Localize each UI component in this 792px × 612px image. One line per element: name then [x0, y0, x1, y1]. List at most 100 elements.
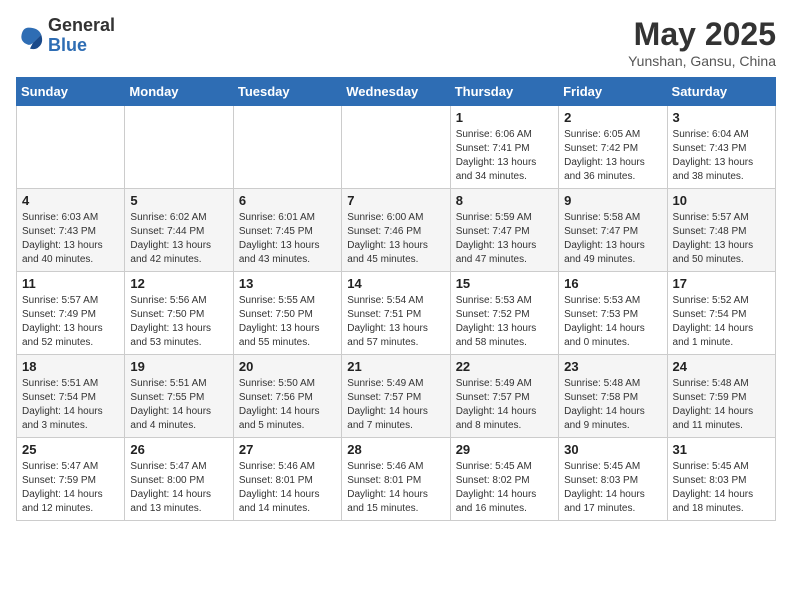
title-block: May 2025 Yunshan, Gansu, China	[628, 16, 776, 69]
day-info: Sunrise: 5:48 AMSunset: 7:59 PMDaylight:…	[673, 377, 770, 433]
calendar-header-row: SundayMondayTuesdayWednesdayThursdayFrid…	[17, 78, 776, 106]
calendar-cell: 20 Sunrise: 5:50 AMSunset: 7:56 PMDayligh…	[233, 355, 341, 438]
day-number: 14	[347, 276, 444, 291]
day-info: Sunrise: 5:45 AMSunset: 8:02 PMDaylight:…	[456, 460, 553, 516]
calendar: SundayMondayTuesdayWednesdayThursdayFrid…	[16, 77, 776, 521]
calendar-week-row: 25 Sunrise: 5:47 AMSunset: 7:59 PMDayligh…	[17, 438, 776, 521]
calendar-cell	[125, 106, 233, 189]
day-number: 24	[673, 359, 770, 374]
calendar-cell: 2Sunrise: 6:05 AMSunset: 7:42 PMDaylight…	[559, 106, 667, 189]
day-info: Sunrise: 5:51 AMSunset: 7:55 PMDaylight:…	[130, 377, 227, 433]
calendar-cell: 8 Sunrise: 5:59 AMSunset: 7:47 PMDaylight…	[450, 189, 558, 272]
day-info: Sunrise: 6:06 AMSunset: 7:41 PMDaylight:…	[456, 128, 553, 184]
day-number: 1	[456, 110, 553, 125]
day-of-week-header: Wednesday	[342, 78, 450, 106]
day-number: 4	[22, 193, 119, 208]
day-info: Sunrise: 6:01 AMSunset: 7:45 PMDaylight:…	[239, 211, 336, 267]
day-info: Sunrise: 5:47 AMSunset: 8:00 PMDaylight:…	[130, 460, 227, 516]
page-header: General Blue May 2025 Yunshan, Gansu, Ch…	[16, 16, 776, 69]
day-number: 31	[673, 442, 770, 457]
day-info: Sunrise: 5:55 AMSunset: 7:50 PMDaylight:…	[239, 294, 336, 350]
calendar-cell: 1 Sunrise: 6:06 AMSunset: 7:41 PMDaylight…	[450, 106, 558, 189]
day-number: 26	[130, 442, 227, 457]
day-number: 18	[22, 359, 119, 374]
day-of-week-header: Tuesday	[233, 78, 341, 106]
day-number: 2	[564, 110, 661, 125]
calendar-cell	[17, 106, 125, 189]
day-number: 9	[564, 193, 661, 208]
day-number: 10	[673, 193, 770, 208]
calendar-cell: 17Sunrise: 5:52 AMSunset: 7:54 PMDayligh…	[667, 272, 775, 355]
day-number: 27	[239, 442, 336, 457]
day-number: 23	[564, 359, 661, 374]
day-info: Sunrise: 5:54 AMSunset: 7:51 PMDaylight:…	[347, 294, 444, 350]
day-info: Sunrise: 5:53 AMSunset: 7:52 PMDaylight:…	[456, 294, 553, 350]
calendar-cell: 6Sunrise: 6:01 AMSunset: 7:45 PMDaylight…	[233, 189, 341, 272]
calendar-cell: 30 Sunrise: 5:45 AMSunset: 8:03 PMDayligh…	[559, 438, 667, 521]
calendar-cell: 24 Sunrise: 5:48 AMSunset: 7:59 PMDayligh…	[667, 355, 775, 438]
calendar-cell: 14 Sunrise: 5:54 AMSunset: 7:51 PMDayligh…	[342, 272, 450, 355]
day-info: Sunrise: 6:03 AMSunset: 7:43 PMDaylight:…	[22, 211, 119, 267]
calendar-cell: 28 Sunrise: 5:46 AMSunset: 8:01 PMDayligh…	[342, 438, 450, 521]
day-number: 15	[456, 276, 553, 291]
day-info: Sunrise: 6:00 AMSunset: 7:46 PMDaylight:…	[347, 211, 444, 267]
day-number: 25	[22, 442, 119, 457]
calendar-week-row: 18 Sunrise: 5:51 AMSunset: 7:54 PMDayligh…	[17, 355, 776, 438]
day-info: Sunrise: 6:02 AMSunset: 7:44 PMDaylight:…	[130, 211, 227, 267]
location: Yunshan, Gansu, China	[628, 53, 776, 69]
day-info: Sunrise: 5:49 AMSunset: 7:57 PMDaylight:…	[347, 377, 444, 433]
calendar-cell: 29 Sunrise: 5:45 AMSunset: 8:02 PMDayligh…	[450, 438, 558, 521]
day-number: 7	[347, 193, 444, 208]
day-info: Sunrise: 5:59 AMSunset: 7:47 PMDaylight:…	[456, 211, 553, 267]
logo: General Blue	[16, 16, 115, 56]
calendar-cell: 26 Sunrise: 5:47 AMSunset: 8:00 PMDayligh…	[125, 438, 233, 521]
calendar-cell: 11 Sunrise: 5:57 AMSunset: 7:49 PMDayligh…	[17, 272, 125, 355]
day-info: Sunrise: 5:53 AMSunset: 7:53 PMDaylight:…	[564, 294, 661, 350]
calendar-cell: 3 Sunrise: 6:04 AMSunset: 7:43 PMDaylight…	[667, 106, 775, 189]
calendar-cell: 18 Sunrise: 5:51 AMSunset: 7:54 PMDayligh…	[17, 355, 125, 438]
day-info: Sunrise: 5:46 AMSunset: 8:01 PMDaylight:…	[347, 460, 444, 516]
day-number: 19	[130, 359, 227, 374]
day-number: 30	[564, 442, 661, 457]
calendar-week-row: 4 Sunrise: 6:03 AMSunset: 7:43 PMDaylight…	[17, 189, 776, 272]
day-info: Sunrise: 5:45 AMSunset: 8:03 PMDaylight:…	[564, 460, 661, 516]
day-info: Sunrise: 5:58 AMSunset: 7:47 PMDaylight:…	[564, 211, 661, 267]
day-number: 3	[673, 110, 770, 125]
calendar-cell: 31Sunrise: 5:45 AMSunset: 8:03 PMDayligh…	[667, 438, 775, 521]
calendar-cell: 13 Sunrise: 5:55 AMSunset: 7:50 PMDayligh…	[233, 272, 341, 355]
day-number: 16	[564, 276, 661, 291]
day-info: Sunrise: 6:04 AMSunset: 7:43 PMDaylight:…	[673, 128, 770, 184]
calendar-cell: 27Sunrise: 5:46 AMSunset: 8:01 PMDayligh…	[233, 438, 341, 521]
calendar-week-row: 1 Sunrise: 6:06 AMSunset: 7:41 PMDaylight…	[17, 106, 776, 189]
day-of-week-header: Sunday	[17, 78, 125, 106]
day-info: Sunrise: 5:56 AMSunset: 7:50 PMDaylight:…	[130, 294, 227, 350]
calendar-cell	[342, 106, 450, 189]
calendar-week-row: 11 Sunrise: 5:57 AMSunset: 7:49 PMDayligh…	[17, 272, 776, 355]
day-number: 17	[673, 276, 770, 291]
day-number: 13	[239, 276, 336, 291]
day-number: 8	[456, 193, 553, 208]
calendar-cell: 25 Sunrise: 5:47 AMSunset: 7:59 PMDayligh…	[17, 438, 125, 521]
day-info: Sunrise: 5:57 AMSunset: 7:49 PMDaylight:…	[22, 294, 119, 350]
day-of-week-header: Thursday	[450, 78, 558, 106]
calendar-cell	[233, 106, 341, 189]
day-number: 29	[456, 442, 553, 457]
day-info: Sunrise: 5:50 AMSunset: 7:56 PMDaylight:…	[239, 377, 336, 433]
day-of-week-header: Friday	[559, 78, 667, 106]
calendar-cell: 22Sunrise: 5:49 AMSunset: 7:57 PMDayligh…	[450, 355, 558, 438]
day-info: Sunrise: 5:51 AMSunset: 7:54 PMDaylight:…	[22, 377, 119, 433]
day-of-week-header: Monday	[125, 78, 233, 106]
calendar-cell: 23Sunrise: 5:48 AMSunset: 7:58 PMDayligh…	[559, 355, 667, 438]
day-number: 12	[130, 276, 227, 291]
day-number: 20	[239, 359, 336, 374]
day-info: Sunrise: 5:47 AMSunset: 7:59 PMDaylight:…	[22, 460, 119, 516]
calendar-cell: 9 Sunrise: 5:58 AMSunset: 7:47 PMDaylight…	[559, 189, 667, 272]
day-number: 11	[22, 276, 119, 291]
calendar-cell: 12 Sunrise: 5:56 AMSunset: 7:50 PMDayligh…	[125, 272, 233, 355]
day-number: 28	[347, 442, 444, 457]
calendar-cell: 15 Sunrise: 5:53 AMSunset: 7:52 PMDayligh…	[450, 272, 558, 355]
logo-text: General Blue	[48, 16, 115, 56]
calendar-cell: 21Sunrise: 5:49 AMSunset: 7:57 PMDayligh…	[342, 355, 450, 438]
calendar-cell: 19 Sunrise: 5:51 AMSunset: 7:55 PMDayligh…	[125, 355, 233, 438]
day-info: Sunrise: 5:49 AMSunset: 7:57 PMDaylight:…	[456, 377, 553, 433]
